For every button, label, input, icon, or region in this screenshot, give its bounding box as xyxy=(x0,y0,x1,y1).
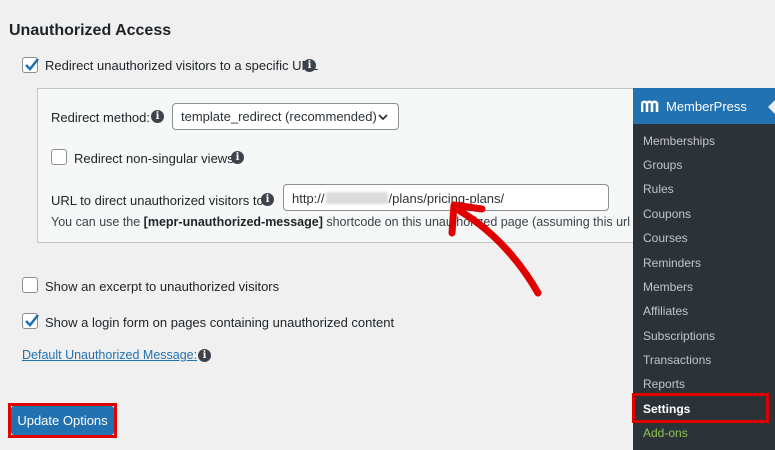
shortcode-text: [mepr-unauthorized-message] xyxy=(143,215,323,229)
menu-item-reports[interactable]: Reports xyxy=(643,377,685,391)
menu-item-coupons[interactable]: Coupons xyxy=(643,207,691,221)
blurred-domain xyxy=(325,192,388,204)
info-icon[interactable]: i xyxy=(151,110,164,123)
help-text-part: You can use the xyxy=(51,215,144,229)
nonsingular-label: Redirect non-singular views: xyxy=(74,151,238,166)
excerpt-label: Show an excerpt to unauthorized visitors xyxy=(45,279,280,294)
url-label: URL to direct unauthorized visitors to: xyxy=(51,193,268,208)
login-form-checkbox[interactable] xyxy=(22,313,40,329)
redirect-method-select[interactable]: template_redirect (recommended) xyxy=(172,103,399,130)
nonsingular-checkbox[interactable] xyxy=(51,149,67,165)
highlight-frame xyxy=(632,393,769,423)
redirect-method-value: template_redirect (recommended) xyxy=(181,109,377,124)
chevron-down-icon xyxy=(378,114,388,121)
menu-item-affiliates[interactable]: Affiliates xyxy=(643,304,688,318)
section-title: Unauthorized Access xyxy=(9,22,172,39)
memberpress-menu-header[interactable]: MemberPress xyxy=(633,88,775,124)
info-icon[interactable]: i xyxy=(303,59,316,72)
redirect-checkbox[interactable] xyxy=(22,57,40,73)
info-icon[interactable]: i xyxy=(198,349,211,362)
menu-item-courses[interactable]: Courses xyxy=(643,231,688,245)
menu-item-rules[interactable]: Rules xyxy=(643,182,674,196)
menu-item-add-ons[interactable]: Add-ons xyxy=(643,426,688,440)
menu-item-reminders[interactable]: Reminders xyxy=(643,256,701,270)
excerpt-checkbox[interactable] xyxy=(22,277,38,293)
menu-item-transactions[interactable]: Transactions xyxy=(643,353,711,367)
update-options-button[interactable]: Update Options xyxy=(11,406,114,435)
default-message-link[interactable]: Default Unauthorized Message: xyxy=(22,348,197,362)
login-form-label: Show a login form on pages containing un… xyxy=(45,315,395,330)
menu-item-memberships[interactable]: Memberships xyxy=(643,134,715,148)
info-icon[interactable]: i xyxy=(261,193,274,206)
menu-item-groups[interactable]: Groups xyxy=(643,158,682,172)
menu-pointer xyxy=(768,100,775,114)
memberpress-title: MemberPress xyxy=(666,99,747,114)
url-prefix: http:// xyxy=(292,191,325,206)
checkmark-icon xyxy=(25,58,40,71)
annotation-arrow-icon xyxy=(448,201,542,297)
info-icon[interactable]: i xyxy=(231,151,244,164)
menu-item-members[interactable]: Members xyxy=(643,280,693,294)
redirect-method-label: Redirect method: xyxy=(51,110,150,125)
menu-item-subscriptions[interactable]: Subscriptions xyxy=(643,329,715,343)
checkmark-icon xyxy=(25,314,40,327)
memberpress-logo-icon xyxy=(641,100,659,112)
redirect-checkbox-label: Redirect unauthorized visitors to a spec… xyxy=(45,58,319,73)
